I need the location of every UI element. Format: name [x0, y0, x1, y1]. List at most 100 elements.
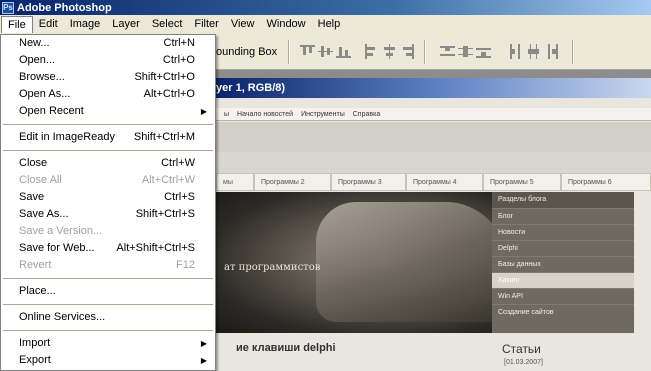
webpage-menu-item: Справка [352, 111, 381, 118]
menu-item-shortcut: Alt+Shift+Ctrl+S [116, 242, 195, 254]
file-menu-item-browse[interactable]: Browse... Shift+Ctrl+O [1, 69, 215, 86]
menu-item-label: Close All [19, 174, 62, 186]
distribute-bottom-icon[interactable] [476, 44, 491, 59]
app-title: Adobe Photoshop [17, 1, 112, 14]
file-menu-item-revert[interactable]: Revert F12 [1, 257, 215, 274]
align-top-icon[interactable] [300, 44, 315, 59]
file-menu-item-save-for-web[interactable]: Save for Web... Alt+Shift+Ctrl+S [1, 240, 215, 257]
file-menu-item-open[interactable]: Open... Ctrl+O [1, 52, 215, 69]
webpage-sidebar: Разделы блога Блог Новости Delphi Базы д… [492, 192, 634, 333]
distribute-right-icon[interactable] [544, 44, 559, 59]
menu-separator [1, 146, 215, 155]
menu-layer[interactable]: Layer [106, 16, 146, 33]
file-menu-item-export[interactable]: Export ▶ [1, 352, 215, 369]
menu-separator [1, 120, 215, 129]
menu-separator [1, 274, 215, 283]
webpage-menu-item: Инструменты [301, 111, 345, 118]
webpage-top-menu: ы Начало новостей Инструменты Справка [216, 108, 651, 121]
file-menu-item-edit-in-imageready[interactable]: Edit in ImageReady Shift+Ctrl+M [1, 129, 215, 146]
menu-item-label: Save for Web... [19, 242, 95, 254]
document-title: yer 1, RGB/8) [216, 82, 286, 94]
webpage-menu-item: Начало новостей [237, 111, 294, 118]
menu-item-label: Close [19, 157, 48, 169]
menu-view[interactable]: View [225, 16, 261, 33]
webpage-header-band [216, 122, 651, 152]
menu-item-shortcut: Shift+Ctrl+O [134, 71, 195, 83]
file-menu-item-open-recent[interactable]: Open Recent ▶ [1, 103, 215, 120]
menu-item-label: Revert [19, 259, 52, 271]
menu-item-label: Open Recent [19, 105, 84, 117]
distribute-left-icon[interactable] [508, 44, 523, 59]
submenu-arrow-icon: ▶ [200, 339, 207, 348]
file-menu-item-close-all[interactable]: Close All Alt+Ctrl+W [1, 172, 215, 189]
menu-item-label: Save a Version... [19, 225, 103, 237]
file-menu-item-open-as[interactable]: Open As... Alt+Ctrl+O [1, 86, 215, 103]
menu-item-label: Save [19, 191, 45, 203]
menu-item-label: Export [19, 354, 51, 366]
distribute-top-icon[interactable] [440, 44, 455, 59]
file-menu-item-close[interactable]: Close Ctrl+W [1, 155, 215, 172]
hero-text: ат программистов [224, 262, 321, 273]
webpage-tab: мы [216, 173, 254, 191]
file-menu-item-save-a-version[interactable]: Save a Version... [1, 223, 215, 240]
menu-bar: File Edit Image Layer Select Filter View… [0, 15, 651, 34]
webpage-sub-band [216, 152, 651, 174]
file-menu-item-save[interactable]: Save Ctrl+S [1, 189, 215, 206]
document-title-bar[interactable]: yer 1, RGB/8) [216, 78, 651, 98]
title-bar: Ps Adobe Photoshop [0, 0, 651, 15]
menu-item-shortcut: F12 [176, 259, 195, 271]
menu-item-shortcut: Ctrl+W [161, 157, 195, 169]
menu-image[interactable]: Image [64, 16, 107, 33]
menu-item-shortcut: Alt+Ctrl+O [143, 88, 195, 100]
articles-header: Статьи [502, 342, 541, 356]
sidebar-link: Хакинг [492, 272, 634, 288]
menu-item-shortcut: Ctrl+S [164, 191, 195, 203]
menu-item-label: Place... [19, 285, 56, 297]
menu-file[interactable]: File [1, 16, 33, 33]
menu-item-shortcut: Ctrl+N [163, 37, 195, 49]
sidebar-link: Блог [492, 208, 634, 224]
menu-item-label: Edit in ImageReady [19, 131, 115, 143]
menu-item-label: Save As... [19, 208, 69, 220]
webpage-tab: Программы 3 [331, 173, 406, 191]
file-menu-item-new[interactable]: New... Ctrl+N [1, 35, 215, 52]
menu-item-label: Open... [19, 54, 56, 66]
menu-item-label: Import [19, 337, 51, 349]
webpage-hero-image: ат программистов [216, 192, 492, 333]
submenu-arrow-icon: ▶ [200, 107, 207, 116]
menu-filter[interactable]: Filter [188, 16, 224, 33]
menu-item-shortcut: Shift+Ctrl+S [135, 208, 195, 220]
submenu-arrow-icon: ▶ [200, 356, 207, 365]
menu-select[interactable]: Select [146, 16, 189, 33]
align-vertical-center-icon[interactable] [318, 44, 333, 59]
menu-item-shortcut: Ctrl+O [162, 54, 195, 66]
sidebar-link: Базы данных [492, 256, 634, 272]
distribute-vertical-center-icon[interactable] [458, 44, 473, 59]
menu-item-label: Online Services... [19, 311, 106, 323]
webpage-tab: Программы 4 [406, 173, 483, 191]
menu-window[interactable]: Window [261, 16, 312, 33]
menu-edit[interactable]: Edit [33, 16, 64, 33]
file-menu-item-place[interactable]: Place... [1, 283, 215, 300]
align-horizontal-center-icon[interactable] [382, 44, 397, 59]
webpage-tab: Программы 2 [254, 173, 331, 191]
options-separator [424, 40, 426, 64]
menu-separator [1, 300, 215, 309]
document-canvas[interactable]: ы Начало новостей Инструменты Справка мы… [216, 98, 651, 371]
menu-help[interactable]: Help [312, 16, 347, 33]
menu-item-shortcut: Shift+Ctrl+M [133, 131, 195, 143]
file-menu-item-save-as[interactable]: Save As... Shift+Ctrl+S [1, 206, 215, 223]
menu-separator [1, 326, 215, 335]
sidebar-title: Разделы блога [492, 192, 634, 208]
align-bottom-icon[interactable] [336, 44, 351, 59]
align-left-icon[interactable] [364, 44, 379, 59]
distribute-horizontal-center-icon[interactable] [526, 44, 541, 59]
file-menu-item-import[interactable]: Import ▶ [1, 335, 215, 352]
file-menu-dropdown: New... Ctrl+N Open... Ctrl+O Browse... Shift+… [0, 34, 216, 371]
webpage-tab: Программы 6 [561, 173, 651, 191]
align-right-icon[interactable] [400, 44, 415, 59]
sidebar-link: Создание сайтов [492, 304, 634, 320]
bounding-box-label[interactable]: ounding Box [216, 46, 277, 58]
webpage-tabs: мы Программы 2 Программы 3 Программы 4 П… [216, 173, 651, 191]
file-menu-item-online-services[interactable]: Online Services... [1, 309, 215, 326]
